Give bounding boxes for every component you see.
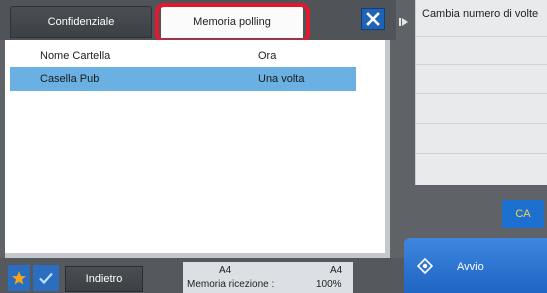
- ca-button[interactable]: CA: [502, 200, 544, 228]
- screen: Confidenziale Memoria polling Nome Carte…: [0, 0, 547, 293]
- checkmark-icon: [39, 272, 53, 285]
- star-icon: [12, 271, 26, 285]
- tab-memoria-polling[interactable]: Memoria polling: [161, 6, 303, 38]
- expand-arrow-icon: [399, 18, 408, 26]
- tab-bar: Confidenziale Memoria polling: [0, 0, 396, 43]
- start-button[interactable]: Avvio: [404, 238, 547, 293]
- check-button[interactable]: [33, 265, 59, 291]
- side-divider: [416, 123, 547, 124]
- row-folder-name: Casella Pub: [40, 73, 100, 85]
- side-panel-toggle[interactable]: [397, 15, 411, 29]
- start-button-label: Avvio: [457, 261, 484, 273]
- side-divider: [416, 64, 547, 65]
- paper-size-left: A4: [219, 265, 232, 276]
- table-header: Nome Cartella Ora: [10, 44, 356, 68]
- close-button[interactable]: [361, 8, 385, 30]
- status-info: A4 A4 Memoria ricezione : 100%: [183, 262, 353, 293]
- tab-confidenziale-label: Confidenziale: [47, 16, 115, 28]
- folder-list-panel: Nome Cartella Ora Casella Pub Una volta: [5, 40, 390, 258]
- favorites-button[interactable]: [8, 265, 30, 291]
- row-time: Una volta: [258, 73, 305, 85]
- column-header-time: Ora: [258, 50, 277, 62]
- start-diamond-icon: [417, 258, 433, 274]
- back-button[interactable]: Indietro: [65, 266, 143, 292]
- side-divider: [416, 153, 547, 154]
- side-panel-change-count[interactable]: Cambia numero di volte: [416, 8, 547, 20]
- paper-size-right: A4: [330, 265, 343, 276]
- memory-label: Memoria ricezione :: [187, 279, 275, 290]
- table-row[interactable]: Casella Pub Una volta: [10, 67, 356, 91]
- tab-confidenziale[interactable]: Confidenziale: [10, 6, 152, 38]
- close-icon: [366, 12, 380, 26]
- column-header-folder-name: Nome Cartella: [40, 50, 111, 62]
- side-divider: [416, 93, 547, 94]
- memory-value: 100%: [316, 279, 342, 290]
- tab-memoria-polling-label: Memoria polling: [193, 16, 271, 28]
- side-panel: Cambia numero di volte: [415, 0, 547, 185]
- side-divider: [416, 36, 547, 37]
